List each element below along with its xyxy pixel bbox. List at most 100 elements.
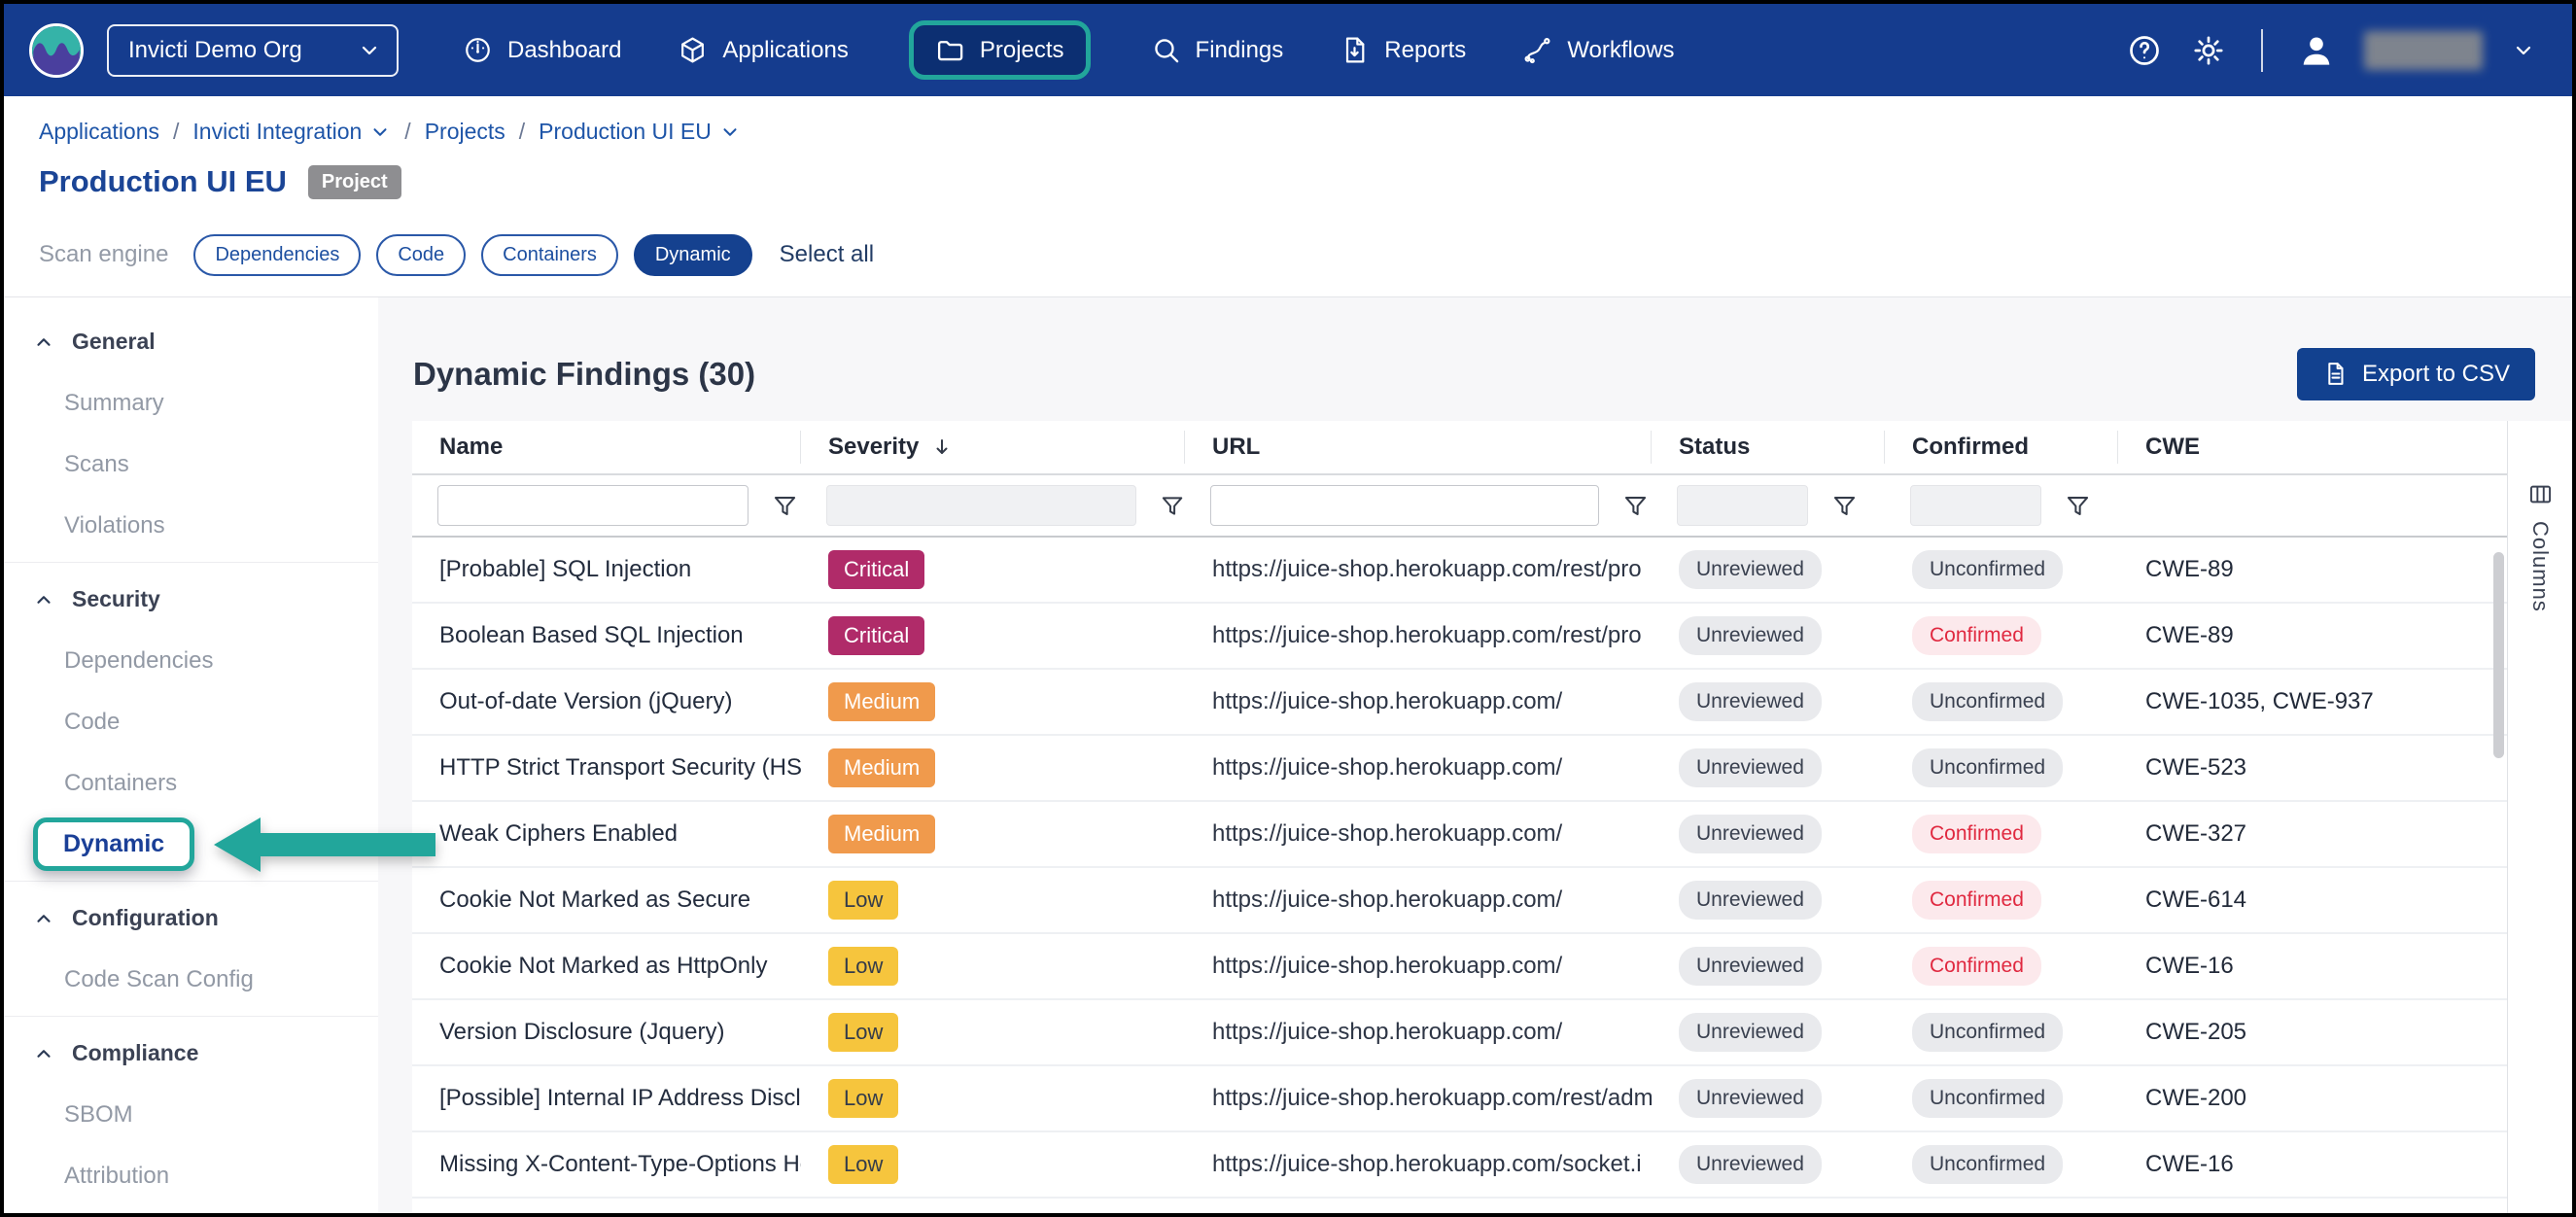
nav-item-findings[interactable]: Findings: [1151, 35, 1284, 65]
nav-item-dashboard[interactable]: Dashboard: [463, 35, 621, 65]
severity-badge: Medium: [828, 748, 935, 787]
export-csv-button[interactable]: Export to CSV: [2297, 348, 2535, 400]
select-all-link[interactable]: Select all: [780, 241, 874, 268]
sidebar-section-label: Compliance: [72, 1040, 198, 1066]
sidebar-item-scans[interactable]: Scans: [4, 434, 378, 495]
sidebar-item-summary[interactable]: Summary: [4, 372, 378, 434]
finding-name-cell: [Probable] SQL Injection: [412, 556, 801, 583]
sidebar-item-code-scan-config[interactable]: Code Scan Config: [4, 949, 378, 1010]
column-header-cwe[interactable]: CWE: [2118, 421, 2507, 473]
filter-funnel-icon[interactable]: [2065, 493, 2091, 519]
confirmed-badge: Unconfirmed: [1912, 550, 2063, 589]
column-header-confirmed[interactable]: Confirmed: [1885, 421, 2118, 473]
severity-cell: Low: [801, 881, 1185, 920]
table-row[interactable]: [Probable] SQL InjectionCriticalhttps://…: [412, 538, 2507, 604]
org-selector[interactable]: Invicti Demo Org: [107, 24, 399, 77]
scan-engine-chip-code[interactable]: Code: [376, 234, 466, 276]
table-row[interactable]: Cookie Not Marked as SecureLowhttps://ju…: [412, 868, 2507, 934]
confirmed-cell: Confirmed: [1885, 881, 2118, 920]
sidebar-item-label: Violations: [64, 512, 165, 539]
confirmed-filter-select[interactable]: [1910, 485, 2041, 526]
filter-funnel-icon[interactable]: [1831, 493, 1858, 519]
filter-funnel-icon[interactable]: [1622, 493, 1649, 519]
status-cell: Unreviewed: [1652, 550, 1885, 589]
chevron-down-icon: [369, 122, 391, 143]
sidebar-item-dependencies[interactable]: Dependencies: [4, 630, 378, 691]
severity-badge: Low: [828, 1013, 898, 1052]
gear-icon[interactable]: [2191, 33, 2226, 68]
sidebar-section-security[interactable]: Security: [4, 569, 378, 630]
nav-label: Dashboard: [507, 37, 621, 64]
sidebar-item-attribution[interactable]: Attribution: [4, 1145, 378, 1206]
nav-label: Reports: [1384, 37, 1466, 64]
table-header-row: NameSeverity URL StatusConfirmedCWE: [412, 421, 2507, 475]
scan-engine-chip-dynamic[interactable]: Dynamic: [634, 234, 752, 276]
sidebar-item-sbom[interactable]: SBOM: [4, 1084, 378, 1145]
breadcrumb-link-production-ui-eu[interactable]: Production UI EU: [539, 119, 741, 145]
confirmed-cell: Unconfirmed: [1885, 748, 2118, 787]
column-header-label: URL: [1212, 434, 1260, 461]
nav-item-reports[interactable]: Reports: [1340, 35, 1466, 65]
columns-tab-label: Columns: [2527, 521, 2553, 612]
scan-engine-label: Scan engine: [39, 241, 168, 268]
breadcrumb-link-projects[interactable]: Projects: [425, 119, 505, 145]
column-header-url[interactable]: URL: [1185, 421, 1652, 473]
name-filter-input[interactable]: [437, 485, 748, 526]
table-row[interactable]: Missing X-Content-Type-Options HeaderLow…: [412, 1132, 2507, 1199]
nav-item-workflows[interactable]: Workflows: [1522, 35, 1674, 65]
nav-item-projects[interactable]: Projects: [909, 20, 1091, 80]
status-filter-select[interactable]: [1677, 485, 1808, 526]
finding-name-cell: Missing X-Content-Type-Options Header: [412, 1151, 801, 1178]
finding-name-cell: Weak Ciphers Enabled: [412, 820, 801, 848]
sidebar-item-code[interactable]: Code: [4, 691, 378, 752]
breadcrumb-link-applications[interactable]: Applications: [39, 119, 159, 145]
table-row[interactable]: HTTP Strict Transport Security (HSTSMedi…: [412, 736, 2507, 802]
table-row[interactable]: Version Disclosure (Jquery)Lowhttps://ju…: [412, 1000, 2507, 1066]
status-cell: Unreviewed: [1652, 682, 1885, 721]
url-filter-input[interactable]: [1210, 485, 1599, 526]
sidebar-item-label: Scans: [64, 451, 129, 478]
cwe-cell: CWE-89: [2118, 622, 2507, 649]
status-cell: Unreviewed: [1652, 1145, 1885, 1184]
nav-item-applications[interactable]: Applications: [678, 35, 848, 65]
sidebar-section-configuration[interactable]: Configuration: [4, 887, 378, 949]
filter-funnel-icon[interactable]: [772, 493, 798, 519]
breadcrumb-link-invicti-integration[interactable]: Invicti Integration: [192, 119, 391, 145]
help-icon[interactable]: [2127, 33, 2162, 68]
table-row[interactable]: Out-of-date Version (jQuery)Mediumhttps:…: [412, 670, 2507, 736]
columns-panel-tab[interactable]: Columns: [2527, 481, 2554, 612]
table-body: [Probable] SQL InjectionCriticalhttps://…: [412, 538, 2507, 1199]
severity-cell: Medium: [801, 815, 1185, 853]
vertical-scrollbar[interactable]: [2493, 552, 2504, 758]
sidebar-section-compliance[interactable]: Compliance: [4, 1023, 378, 1084]
sidebar-section-general[interactable]: General: [4, 311, 378, 372]
confirmed-cell: Confirmed: [1885, 815, 2118, 853]
column-header-status[interactable]: Status: [1652, 421, 1885, 473]
table-row[interactable]: Boolean Based SQL InjectionCriticalhttps…: [412, 604, 2507, 670]
status-badge: Unreviewed: [1679, 616, 1822, 655]
column-header-severity[interactable]: Severity: [801, 421, 1185, 473]
gauge-icon: [463, 35, 493, 65]
columns-icon: [2527, 481, 2554, 507]
user-avatar-icon[interactable]: [2298, 32, 2335, 69]
column-header-name[interactable]: Name: [412, 421, 801, 473]
sidebar-item-label: Summary: [64, 390, 164, 417]
url-cell: https://juice-shop.herokuapp.com/socket.…: [1185, 1151, 1652, 1178]
breadcrumb-label: Invicti Integration: [192, 119, 362, 145]
table-row[interactable]: Cookie Not Marked as HttpOnlyLowhttps://…: [412, 934, 2507, 1000]
sidebar-item-dynamic[interactable]: Dynamic: [4, 814, 378, 875]
status-cell: Unreviewed: [1652, 815, 1885, 853]
scan-engine-chip-dependencies[interactable]: Dependencies: [193, 234, 361, 276]
severity-badge: Low: [828, 947, 898, 986]
table-row[interactable]: Weak Ciphers EnabledMediumhttps://juice-…: [412, 802, 2507, 868]
chevron-down-icon[interactable]: [2512, 39, 2535, 62]
sidebar-item-violations[interactable]: Violations: [4, 495, 378, 556]
severity-filter-select[interactable]: [826, 485, 1136, 526]
filter-funnel-icon[interactable]: [1160, 493, 1185, 519]
org-selector-label: Invicti Demo Org: [128, 37, 302, 64]
status-badge: Unreviewed: [1679, 881, 1822, 920]
table-row[interactable]: [Possible] Internal IP Address Disclosur…: [412, 1066, 2507, 1132]
scan-engine-chip-containers[interactable]: Containers: [481, 234, 618, 276]
scan-engine-row: Scan engine Dependencies Code Containers Dy…: [4, 213, 2572, 296]
sidebar-item-containers[interactable]: Containers: [4, 752, 378, 814]
